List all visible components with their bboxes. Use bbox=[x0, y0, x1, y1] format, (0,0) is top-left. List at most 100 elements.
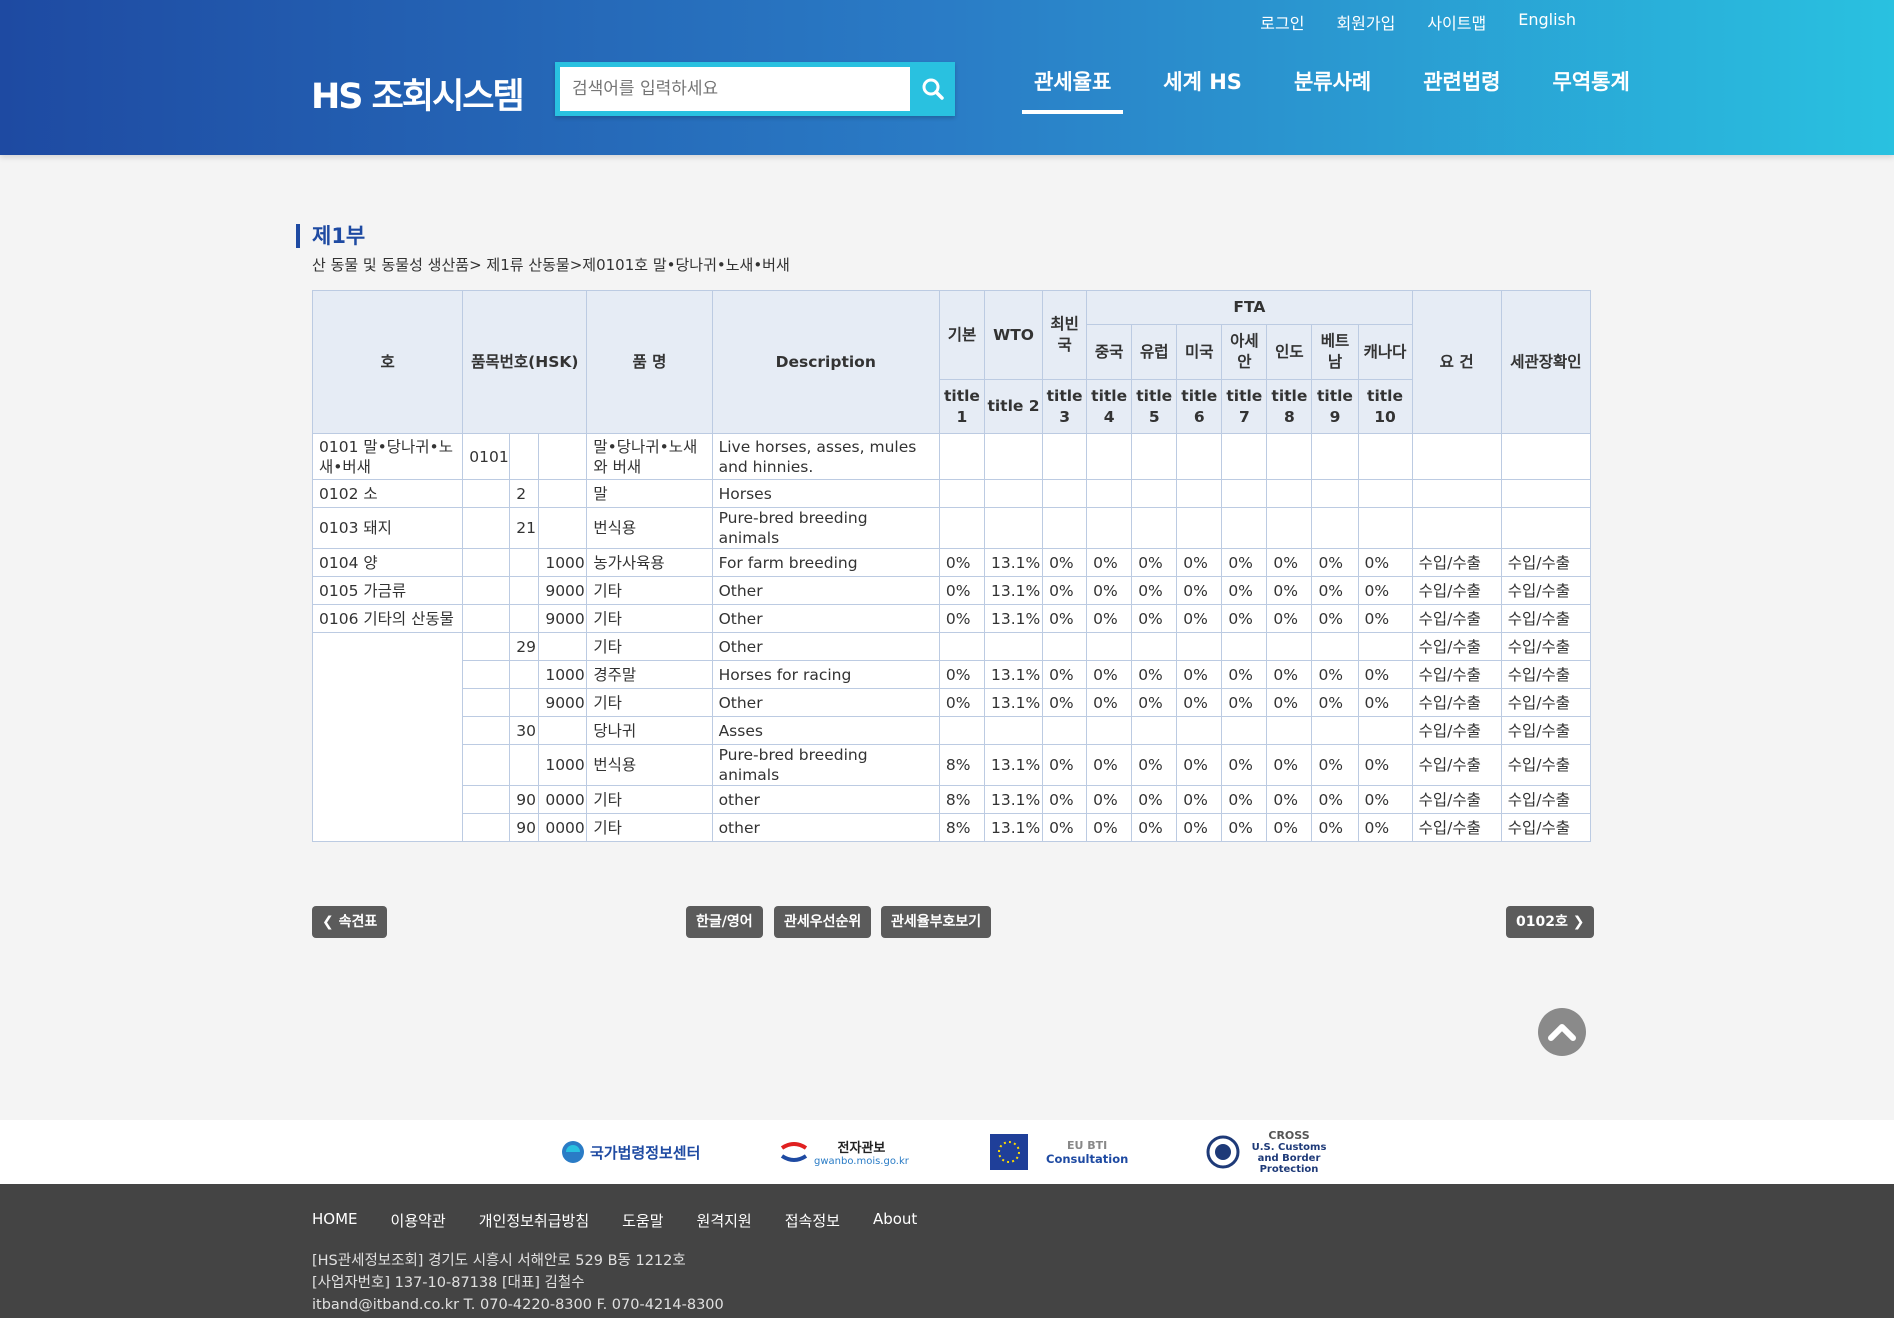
nav-tariff-schedule[interactable]: 관세율표 bbox=[1022, 66, 1124, 114]
cell-rate: 8% bbox=[938, 744, 985, 786]
table-row[interactable]: 0104 양 1000 농가사육용 For farm breeding 0% 13.1% 0… bbox=[311, 548, 1592, 577]
cell-rate bbox=[1042, 507, 1088, 549]
cell-hsk-sub bbox=[509, 744, 540, 786]
header-rate-title: title 7 bbox=[1221, 379, 1268, 434]
table-row[interactable]: 0106 기타의 산동물 9000 기타 Other 0% 13.1% 0% 0% 0% 0% 0%… bbox=[311, 604, 1592, 633]
cell-rate bbox=[1176, 716, 1223, 745]
law-center-logo-icon bbox=[562, 1141, 584, 1163]
table-row[interactable]: 29 기타 Other 수입/수출 수입/수출 bbox=[311, 632, 1592, 842]
cell-rate: 0% bbox=[1176, 688, 1223, 717]
cell-hsk-detail: 9000 bbox=[538, 604, 588, 633]
table-row[interactable]: 1000 경주말 Horses for racing 0% 13.1% 0% 0% 0% 0% 0… bbox=[313, 660, 1592, 689]
cell-hsk-code bbox=[462, 660, 511, 689]
join-link[interactable]: 회원가입 bbox=[1336, 10, 1395, 34]
cell-rate: 0% bbox=[1086, 660, 1133, 689]
cell-rate: 0% bbox=[1086, 785, 1133, 814]
table-row[interactable]: 0101 말•당나귀•노새•버새 0101 말•당나귀•노새와 버새 Live hor… bbox=[311, 433, 1592, 480]
cell-rate: 13.1% bbox=[983, 660, 1044, 689]
search-button[interactable] bbox=[910, 62, 955, 116]
cell-rate: 0% bbox=[1042, 604, 1088, 633]
cell-rate bbox=[1357, 507, 1413, 549]
cell-rate: 0% bbox=[1176, 660, 1223, 689]
footer-link-home[interactable]: HOME bbox=[312, 1210, 358, 1231]
cell-description: For farm breeding bbox=[711, 548, 940, 577]
table-row[interactable]: 0105 가금류 9000 기타 Other 0% 13.1% 0% 0% 0% 0% 0% 0% 0%… bbox=[311, 576, 1592, 605]
cell-customs-check: 수입/수출 bbox=[1500, 744, 1592, 786]
cell-hsk-code bbox=[462, 604, 511, 633]
header-rate-title: title 8 bbox=[1266, 379, 1313, 434]
cell-description: Other bbox=[711, 688, 940, 717]
partner-gwanbo[interactable]: 전자관보 gwanbo.mois.go.kr bbox=[778, 1132, 909, 1172]
cell-hsk-detail bbox=[538, 716, 588, 745]
cell-rate bbox=[938, 632, 985, 661]
site-logo[interactable]: HS 조회시스템 bbox=[311, 68, 525, 119]
cell-rate: 0% bbox=[1131, 576, 1178, 605]
search-input[interactable] bbox=[560, 67, 910, 111]
footer-link-terms[interactable]: 이용약관 bbox=[391, 1210, 446, 1231]
cell-rate bbox=[1266, 507, 1313, 549]
scroll-top-button[interactable] bbox=[1538, 1008, 1586, 1056]
table-row[interactable]: 9000 기타 Other 0% 13.1% 0% 0% 0% 0% 0% 0% 0% 0% 수입/수출 수… bbox=[313, 688, 1592, 717]
cell-hsk-detail: 9000 bbox=[538, 688, 588, 717]
cell-hsk-sub bbox=[509, 576, 540, 605]
cell-item-name: 당나귀 bbox=[586, 716, 713, 745]
table-row[interactable]: 30 당나귀 Asses 수입/수출 수입/수출 bbox=[313, 716, 1592, 745]
breadcrumb: 산 동물 및 동물성 생산품> 제1류 산동물>제0101호 말•당나귀•노새•… bbox=[312, 256, 790, 274]
cell-rate: 0% bbox=[1311, 548, 1359, 577]
cell-rate: 0% bbox=[1266, 785, 1313, 814]
cell-rate: 0% bbox=[1042, 744, 1088, 786]
cell-rate bbox=[1086, 716, 1133, 745]
cell-rate: 8% bbox=[938, 785, 985, 814]
prev-button[interactable]: ❮ 속견표 bbox=[312, 906, 388, 938]
partner-law-center[interactable]: 국가법령정보센터 bbox=[560, 1132, 700, 1172]
english-link[interactable]: English bbox=[1518, 10, 1576, 34]
table-row[interactable]: 90 0000 기타 other 8% 13.1% 0% 0% 0% 0% 0% 0% 0% 0% 수입/수… bbox=[313, 813, 1592, 842]
cell-description: other bbox=[711, 785, 940, 814]
cell-hsk-sub bbox=[509, 688, 540, 717]
cell-rate: 0% bbox=[1042, 660, 1088, 689]
table-row[interactable]: 90 0000 기타 other 8% 13.1% 0% 0% 0% 0% 0% 0% 0% 0% 수입/수… bbox=[313, 785, 1592, 814]
table-row[interactable]: 0103 돼지 21 번식용 Pure-bred breeding animals bbox=[311, 507, 1592, 549]
cell-hsk-detail: 0000 bbox=[538, 785, 588, 814]
header-rate-title: title 6 bbox=[1176, 379, 1223, 434]
cell-heading-empty bbox=[311, 632, 464, 842]
korean-english-button[interactable]: 한글/영어 bbox=[686, 906, 763, 938]
nav-world-hs[interactable]: 세계 HS bbox=[1151, 66, 1254, 114]
cell-hsk-code bbox=[462, 576, 511, 605]
cell-rate: 0% bbox=[1357, 548, 1413, 577]
cell-rate: 0% bbox=[1086, 688, 1133, 717]
cell-rate: 0% bbox=[1131, 688, 1178, 717]
chevron-left-icon: ❮ bbox=[322, 914, 334, 930]
next-button[interactable]: 0102호 ❯ bbox=[1506, 906, 1595, 938]
cell-rate bbox=[1042, 716, 1088, 745]
cell-hsk-detail bbox=[538, 479, 588, 508]
footer-link-access-info[interactable]: 접속정보 bbox=[785, 1210, 840, 1231]
cell-rate: 0% bbox=[1086, 548, 1133, 577]
cell-rate: 13.1% bbox=[983, 604, 1044, 633]
table-row[interactable]: 0102 소 2 말 Horses bbox=[311, 479, 1592, 508]
tariff-table: 호 품목번호(HSK) 품 명 Description 기본 WTO 최빈국 F… bbox=[311, 290, 1592, 842]
cell-rate bbox=[938, 433, 985, 480]
login-link[interactable]: 로그인 bbox=[1260, 10, 1304, 34]
nav-trade-statistics[interactable]: 무역통계 bbox=[1541, 66, 1642, 114]
cell-rate: 0% bbox=[938, 660, 985, 689]
partner-cross[interactable]: CROSS U.S. Customs and Border Protection bbox=[1206, 1129, 1334, 1175]
cell-hsk-code: 0101 bbox=[462, 433, 511, 480]
cell-rate: 0% bbox=[1311, 576, 1359, 605]
header-requirement: 요 건 bbox=[1411, 290, 1502, 434]
cell-rate: 0% bbox=[1176, 785, 1223, 814]
footer-link-privacy[interactable]: 개인정보취급방침 bbox=[479, 1210, 589, 1231]
nav-related-laws[interactable]: 관련법령 bbox=[1411, 66, 1512, 114]
cell-rate bbox=[1176, 507, 1223, 549]
footer-link-about[interactable]: About bbox=[873, 1210, 917, 1231]
table-row[interactable]: 1000 번식용 Pure-bred breeding animals 8% 13.1%… bbox=[313, 744, 1592, 786]
tariff-priority-button[interactable]: 관세우선순위 bbox=[774, 906, 872, 938]
nav-classification-cases[interactable]: 분류사례 bbox=[1282, 66, 1383, 114]
tariff-symbol-button[interactable]: 관세율부호보기 bbox=[881, 906, 992, 938]
sitemap-link[interactable]: 사이트맵 bbox=[1427, 10, 1486, 34]
cell-heading: 0102 소 bbox=[311, 479, 464, 508]
footer-link-help[interactable]: 도움말 bbox=[622, 1210, 663, 1231]
partner-eu-bti[interactable]: EU BTI Consultation bbox=[990, 1132, 1128, 1172]
footer-link-remote-support[interactable]: 원격지원 bbox=[697, 1210, 752, 1231]
cell-rate bbox=[1357, 479, 1413, 508]
